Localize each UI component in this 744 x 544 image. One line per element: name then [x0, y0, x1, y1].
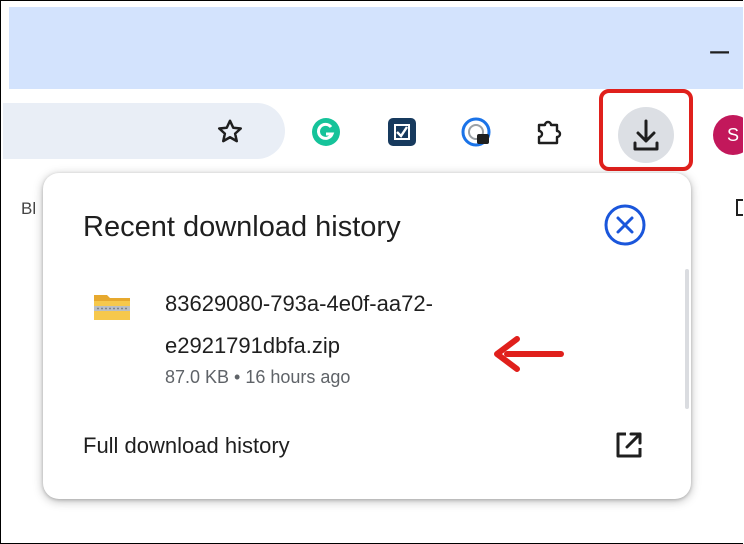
highlight-box [599, 89, 693, 171]
grammarly-icon[interactable] [311, 117, 341, 147]
downloads-popup: Recent download history 83629080-793a-4e… [43, 173, 691, 499]
folder-icon[interactable] [735, 197, 743, 217]
zip-folder-icon [94, 295, 130, 320]
title-bar: – [9, 7, 743, 89]
password-manager-icon[interactable] [461, 117, 491, 147]
annotation-arrow [494, 336, 564, 372]
extension-checkbox-icon[interactable] [387, 117, 417, 147]
open-external-icon[interactable] [613, 429, 645, 461]
close-icon[interactable] [603, 203, 647, 247]
full-download-history-link[interactable]: Full download history [83, 433, 290, 459]
popup-title: Recent download history [83, 211, 401, 243]
browser-window: – S Bl Recent download history 83629080-… [0, 0, 743, 544]
download-item-name[interactable]: 83629080-793a-4e0f-aa72- e2921791dbfa.zi… [165, 283, 525, 367]
minimize-button[interactable]: – [710, 33, 729, 67]
scrollbar[interactable] [685, 269, 689, 409]
file-name-line1: 83629080-793a-4e0f-aa72- [165, 291, 433, 316]
puzzle-extensions-icon[interactable] [533, 117, 563, 147]
file-name-line2: e2921791dbfa.zip [165, 333, 340, 358]
download-item-meta: 87.0 KB • 16 hours ago [165, 367, 351, 387]
bookmark-item[interactable]: Bl [21, 199, 36, 219]
star-icon[interactable] [215, 117, 245, 147]
